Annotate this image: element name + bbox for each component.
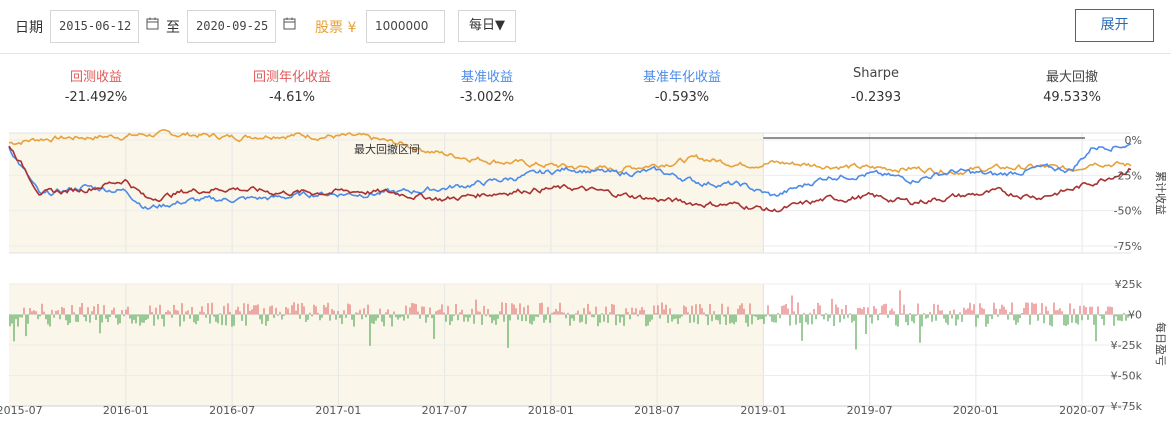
y-tick-label: -25% xyxy=(1114,169,1142,182)
x-tick-label: 2015-07 xyxy=(0,404,43,417)
x-tick-label: 2016-01 xyxy=(103,404,149,417)
y-tick-label: ¥-25k xyxy=(1111,339,1143,352)
y-tick-label: ¥-50k xyxy=(1111,370,1143,383)
x-tick-label: 2019-07 xyxy=(847,404,893,417)
x-tick-label: 2018-01 xyxy=(528,404,574,417)
y-tick-label: -75% xyxy=(1114,240,1142,253)
y-axis-title: 累计收益 xyxy=(1154,171,1168,215)
backtest-chart: 2015-07 2016-01 2016-07 2017-01 2017-07 2018-… xyxy=(0,129,1168,417)
y-tick-label: -50% xyxy=(1114,205,1142,218)
y-axis-title: 每日盈亏 xyxy=(1154,322,1168,366)
x-tick-label: 2019-01 xyxy=(740,404,786,417)
x-tick-label: 2017-01 xyxy=(315,404,361,417)
y-tick-label: ¥0 xyxy=(1128,309,1142,322)
y-tick-label: 0% xyxy=(1125,134,1142,147)
drawdown-label: 最大回撤区间 xyxy=(354,142,420,156)
x-tick-label: 2017-07 xyxy=(422,404,468,417)
x-tick-label: 2020-07 xyxy=(1059,404,1105,417)
x-tick-label: 2016-07 xyxy=(209,404,255,417)
x-tick-label: 2020-01 xyxy=(953,404,999,417)
x-tick-label: 2018-07 xyxy=(634,404,680,417)
y-tick-label: ¥-75k xyxy=(1111,400,1143,413)
y-tick-label: ¥25k xyxy=(1115,278,1143,291)
